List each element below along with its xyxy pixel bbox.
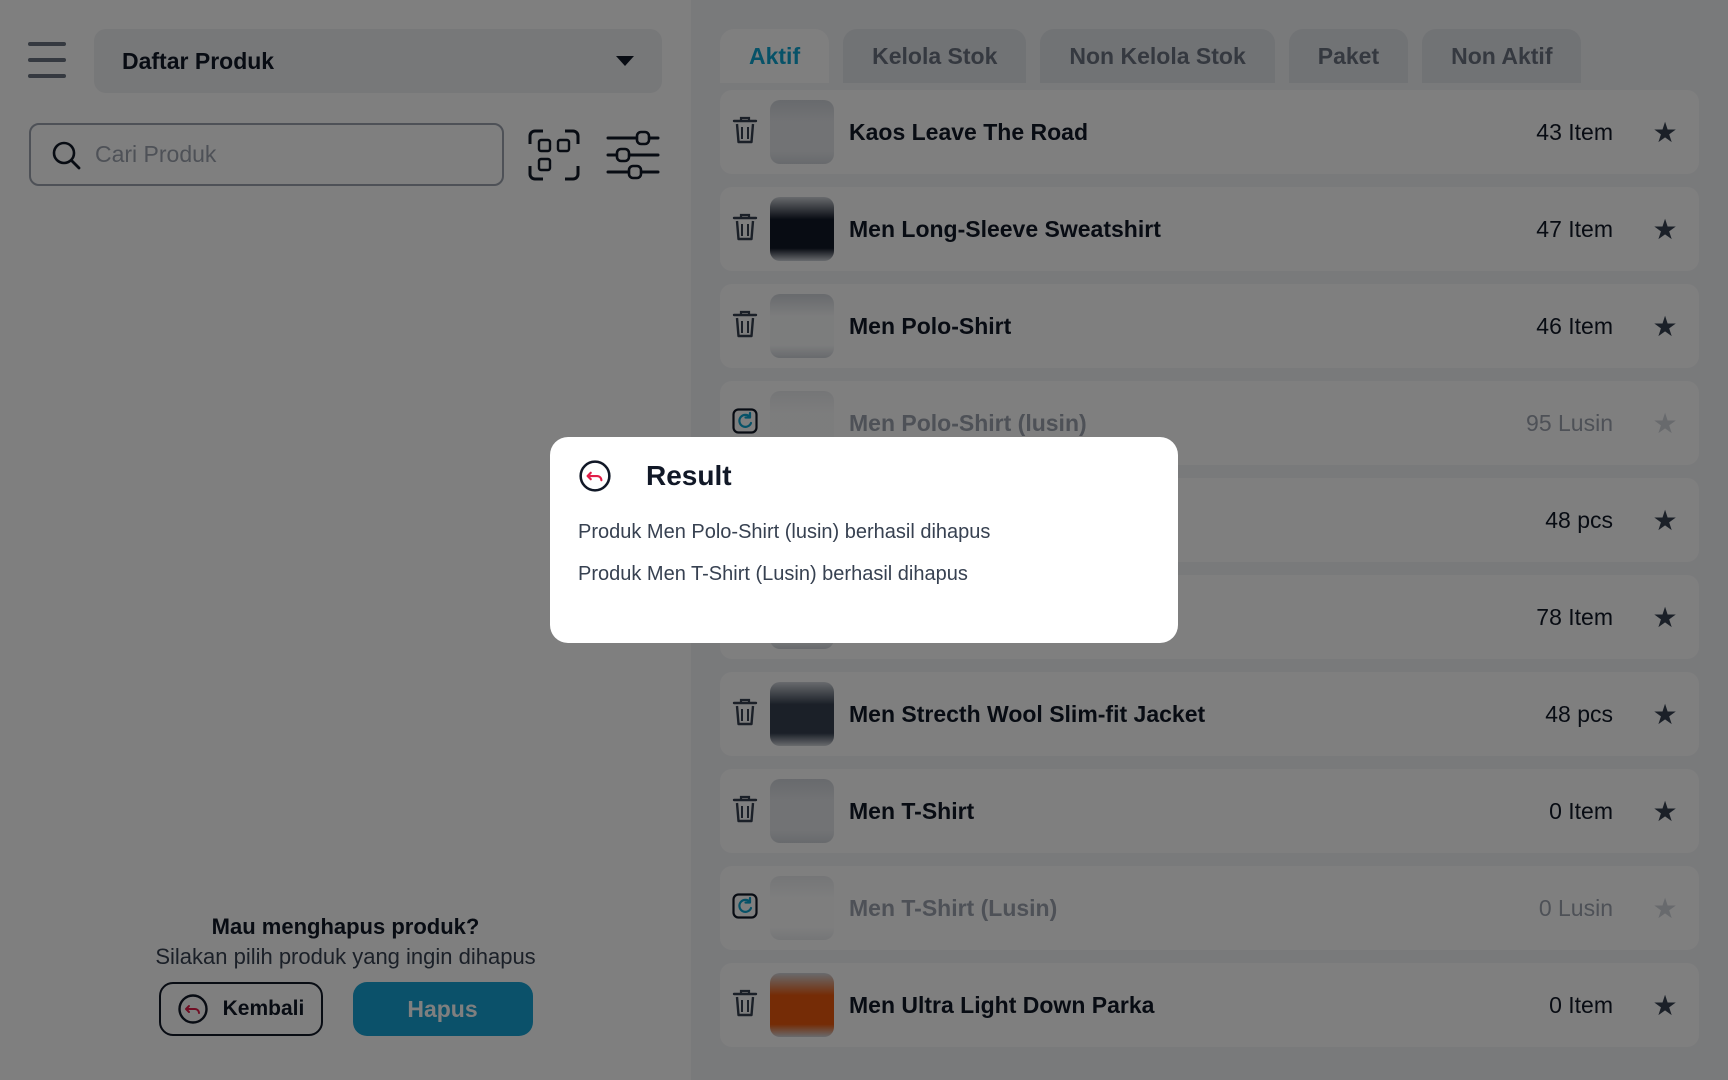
dialog-message: Produk Men T-Shirt (Lusin) berhasil diha… xyxy=(578,563,968,585)
result-dialog: Result Produk Men Polo-Shirt (lusin) ber… xyxy=(550,437,1178,643)
back-arrow-icon xyxy=(579,460,611,492)
dialog-title: Result xyxy=(646,460,732,491)
dialog-header: Result xyxy=(578,459,1150,493)
dialog-message: Produk Men Polo-Shirt (lusin) berhasil d… xyxy=(578,521,991,543)
dialog-messages: Produk Men Polo-Shirt (lusin) berhasil d… xyxy=(578,521,1150,586)
